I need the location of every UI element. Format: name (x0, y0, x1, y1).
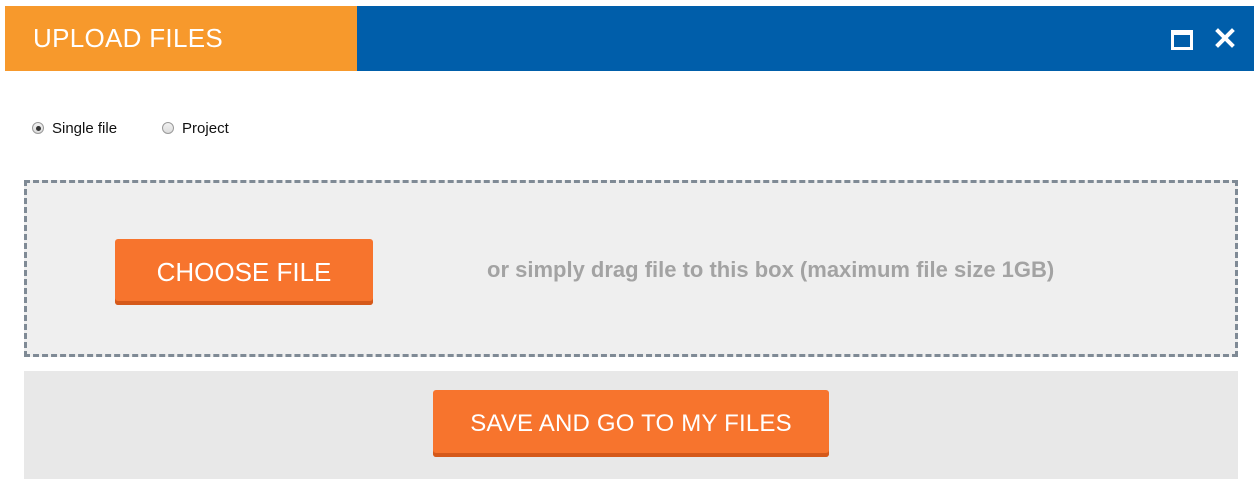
radio-single-file[interactable]: Single file (32, 120, 117, 137)
maximize-icon (1171, 30, 1193, 50)
drop-hint-text: or simply drag file to this box (maximum… (487, 257, 1055, 282)
dialog-footer: SAVE AND GO TO MY FILES (24, 371, 1238, 479)
radio-button-checked[interactable] (32, 122, 44, 134)
dialog-header: UPLOAD FILES (5, 6, 1254, 71)
title-tab: UPLOAD FILES (5, 6, 357, 71)
file-drop-zone[interactable]: CHOOSE FILE or simply drag file to this … (24, 180, 1238, 357)
title-bar (357, 6, 1254, 71)
radio-label-single-file: Single file (52, 119, 118, 137)
choose-file-button[interactable]: CHOOSE FILE (115, 239, 373, 305)
close-icon (1215, 28, 1235, 48)
radio-label-project: Project (182, 119, 229, 137)
close-button[interactable] (1210, 23, 1240, 53)
save-and-go-button[interactable]: SAVE AND GO TO MY FILES (433, 390, 829, 457)
upload-type-radio-group: Single file Project (32, 116, 274, 140)
radio-project[interactable]: Project (162, 120, 229, 137)
maximize-button[interactable] (1168, 26, 1196, 50)
radio-button-unchecked[interactable] (162, 122, 175, 134)
dialog-title: UPLOAD FILES (33, 23, 223, 53)
upload-files-dialog: UPLOAD FILES Single file Project CHOOSE … (0, 0, 1254, 480)
